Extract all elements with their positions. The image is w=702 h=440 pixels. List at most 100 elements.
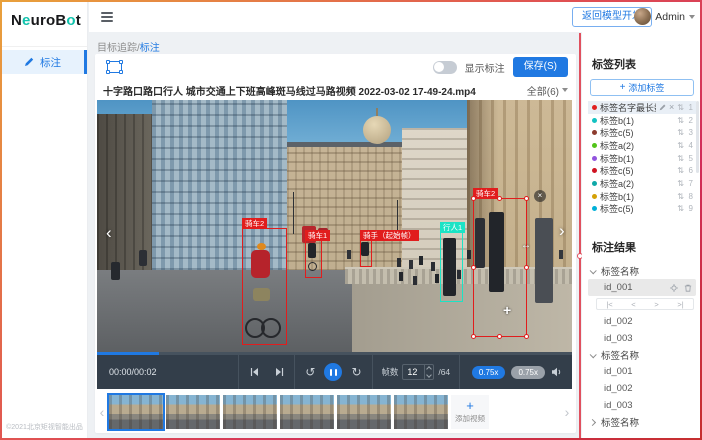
panel-splitter[interactable] [579, 33, 581, 438]
speed-pill[interactable]: 0.75x [511, 366, 545, 379]
label-list-item[interactable]: 标签a(2) ⇅ 7 [588, 177, 696, 190]
topbar: 返回模型开发 Admin [89, 2, 700, 32]
label-index: 5 [687, 154, 693, 163]
filmstrip-thumbnail[interactable] [394, 395, 448, 429]
result-group[interactable]: 标签名称 [588, 414, 696, 430]
filmstrip-thumbnail[interactable] [109, 395, 163, 429]
label-list-item[interactable]: 标签名字最长数... × ⇅ 1 [588, 101, 696, 114]
speed-pill-active[interactable]: 0.75x [472, 366, 506, 379]
replay-10-icon[interactable]: ↺ [305, 366, 315, 378]
resize-handle[interactable] [471, 196, 476, 201]
frame-stepper[interactable] [424, 365, 433, 379]
filmstrip-prev-icon[interactable]: ‹ [95, 404, 109, 420]
locate-icon[interactable] [670, 284, 678, 292]
result-item[interactable]: id_003 [588, 330, 696, 347]
bbox-rider-startframe[interactable]: 骑手（起始帧） [360, 240, 372, 267]
result-group[interactable]: 标签名称 [588, 347, 696, 363]
forward-10-icon[interactable]: ↻ [351, 366, 361, 378]
add-video-button[interactable]: + 添加视频 [451, 395, 489, 429]
scrollbar[interactable] [696, 101, 699, 173]
save-button[interactable]: 保存(S) [513, 57, 568, 77]
video-canvas[interactable]: 骑车2 骑车1 骑手（起始帧） 行人1 骑车2 × + ↔ ‹ › [97, 100, 572, 352]
menu-collapse-icon[interactable] [101, 12, 113, 22]
sort-icon[interactable]: ⇅ [677, 128, 684, 137]
sort-icon[interactable]: ⇅ [677, 141, 684, 150]
video-controls-bar: 00:00/00:02 ↺ ↻ 帧数 12 /64 0.75x 0.75x [97, 355, 572, 389]
show-annotations-toggle[interactable] [433, 61, 457, 74]
prev-frame-button[interactable] [250, 367, 259, 377]
rect-select-tool-icon[interactable] [107, 61, 122, 73]
resize-handle[interactable] [524, 196, 529, 201]
label-list-item[interactable]: 标签b(1) ⇅ 5 [588, 152, 696, 165]
sort-icon[interactable]: ⇅ [677, 166, 684, 175]
resize-handle[interactable] [524, 334, 529, 339]
resize-handle[interactable] [471, 334, 476, 339]
pager-first-icon[interactable]: |< [606, 300, 612, 309]
sort-icon[interactable]: ⇅ [677, 204, 684, 213]
prev-video-arrow-icon[interactable]: ‹ [106, 224, 112, 241]
video-filename: 十字路口路口行人 城市交通上下班高峰斑马线过马路视频 2022-03-02 17… [103, 83, 519, 98]
result-group[interactable]: 标签名称 [588, 263, 696, 279]
label-list-item[interactable]: 标签b(1) ⇅ 2 [588, 114, 696, 127]
delete-icon[interactable]: × [669, 103, 674, 112]
box-delete-icon[interactable]: × [534, 190, 546, 202]
user-menu[interactable]: Admin [634, 8, 695, 25]
app-window: NeuroBot 标注 ©2021北京矩视智能出品 返回模型开发 Admin 目… [2, 2, 700, 438]
breadcrumb-parent[interactable]: 目标追踪 [97, 43, 137, 54]
filmstrip-thumbnail[interactable] [280, 395, 334, 429]
label-index: 4 [687, 141, 693, 150]
resize-handle[interactable] [497, 196, 502, 201]
label-list-item[interactable]: 标签b(1) ⇅ 8 [588, 190, 696, 203]
label-list-item[interactable]: 标签c(5) ⇅ 6 [588, 164, 696, 177]
filmstrip-next-icon[interactable]: › [560, 404, 574, 420]
result-item[interactable]: id_002 [588, 380, 696, 397]
pause-button[interactable] [324, 363, 342, 381]
frame-number-input[interactable]: 12 [402, 364, 434, 380]
label-name: 标签a(2) [600, 177, 674, 190]
label-index: 1 [687, 103, 693, 112]
filmstrip-thumbnail[interactable] [337, 395, 391, 429]
sidebar-divider [2, 46, 87, 47]
resize-handle[interactable] [524, 265, 529, 270]
resize-handle[interactable] [471, 265, 476, 270]
filmstrip-thumbnail[interactable] [166, 395, 220, 429]
add-label-button[interactable]: +添加标签 [590, 79, 694, 96]
label-list-item[interactable]: 标签a(2) ⇅ 4 [588, 139, 696, 152]
trash-icon[interactable] [684, 284, 692, 292]
pager-prev-icon[interactable]: < [631, 300, 635, 309]
volume-icon[interactable] [551, 367, 562, 377]
bbox-label: 骑车2 [242, 218, 267, 229]
label-list-item[interactable]: 标签c(5) ⇅ 9 [588, 203, 696, 216]
next-video-arrow-icon[interactable]: › [559, 222, 565, 239]
pager-last-icon[interactable]: >| [677, 300, 683, 309]
group-name: 标签名称 [601, 348, 639, 362]
app-logo: NeuroBot [11, 12, 81, 29]
scene-cyclist [139, 250, 147, 266]
sidebar-item-annotation[interactable]: 标注 [2, 50, 87, 74]
result-item[interactable]: id_003 [588, 397, 696, 414]
sort-icon[interactable]: ⇅ [677, 154, 684, 163]
bbox-pedestrian-1[interactable]: 行人1 [440, 232, 463, 302]
resize-handle[interactable] [497, 334, 502, 339]
scene-pedestrian [535, 218, 553, 303]
result-item[interactable]: id_001 [588, 363, 696, 380]
result-item[interactable]: id_001 [588, 279, 696, 296]
bbox-rider-2-selected[interactable]: 骑车2 [473, 198, 527, 337]
sort-icon[interactable]: ⇅ [677, 179, 684, 188]
sort-icon[interactable]: ⇅ [677, 116, 684, 125]
pager-next-icon[interactable]: > [654, 300, 658, 309]
next-frame-button[interactable] [275, 367, 284, 377]
bbox-rider-1[interactable]: 骑车1 [305, 240, 322, 278]
label-name: 标签c(5) [600, 164, 674, 177]
result-item[interactable]: id_002 [588, 313, 696, 330]
filmstrip-thumbnail[interactable] [223, 395, 277, 429]
filter-dropdown[interactable]: 全部(6) [527, 83, 568, 98]
sort-icon[interactable]: ⇅ [677, 103, 684, 112]
edit-icon[interactable] [659, 104, 666, 111]
label-list-item[interactable]: 标签c(5) ⇅ 3 [588, 126, 696, 139]
label-color-dot [592, 206, 597, 211]
bbox-rider-2[interactable]: 骑车2 [242, 228, 287, 345]
label-name: 标签c(5) [600, 126, 674, 139]
sort-icon[interactable]: ⇅ [677, 192, 684, 201]
result-id: id_003 [604, 400, 696, 411]
